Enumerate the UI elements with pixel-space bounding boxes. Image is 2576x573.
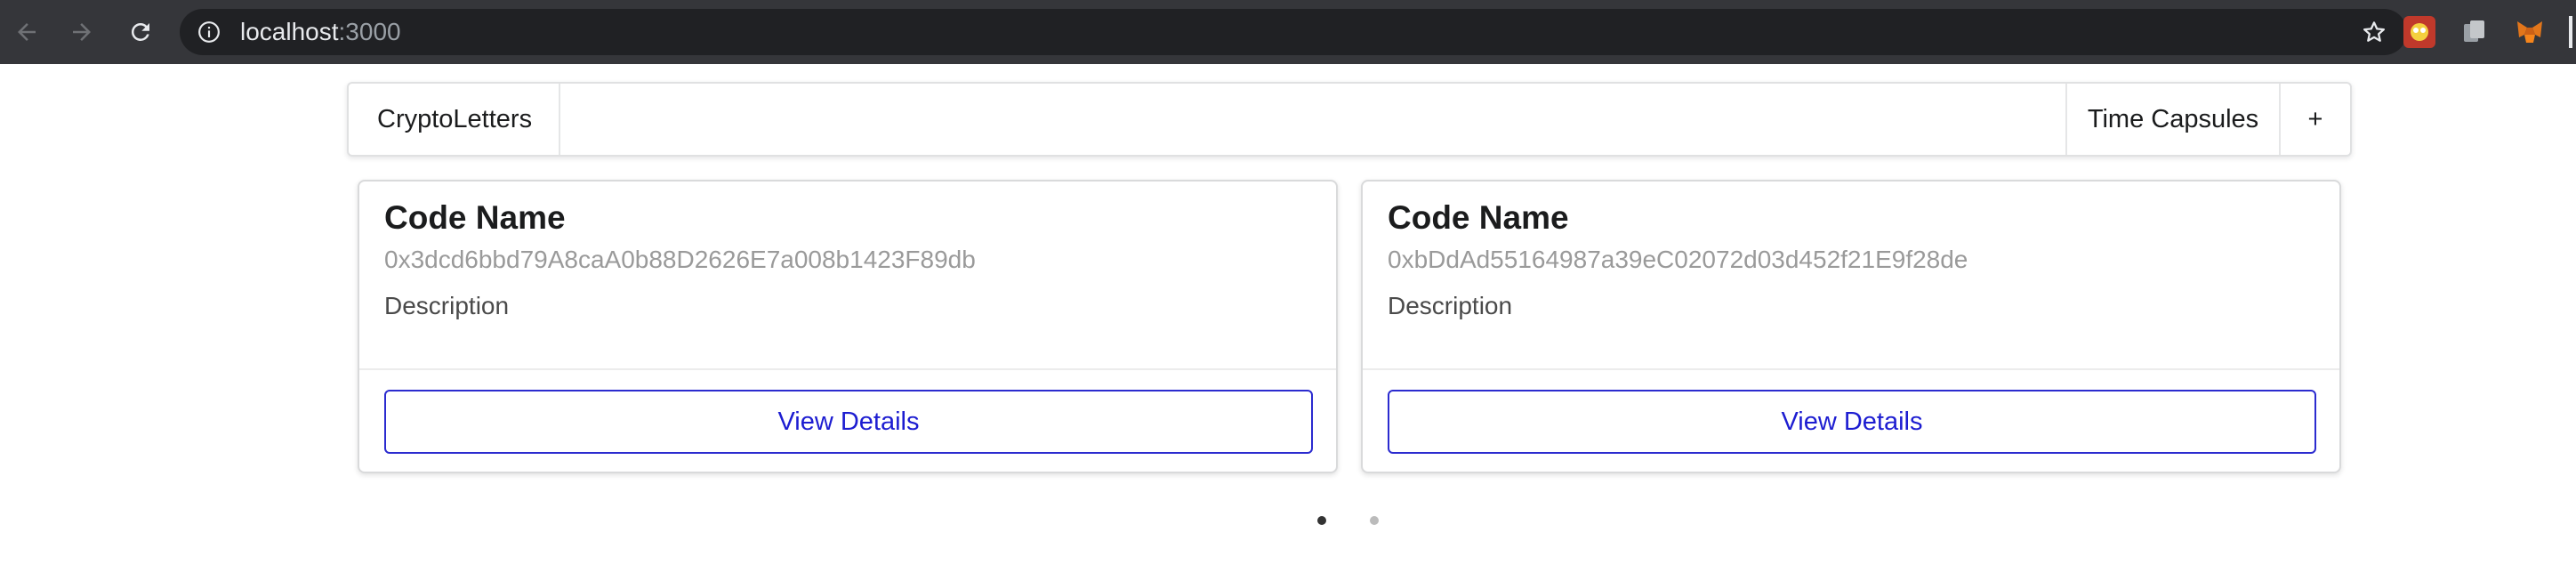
url-port: :3000 — [338, 18, 401, 45]
extension-red-icon[interactable] — [2403, 16, 2435, 48]
card-header: Code Name — [384, 199, 566, 236]
back-arrow-icon — [18, 23, 36, 41]
card-address: 0x3dcd6bbd79A8caA0b88D2626E7a008b1423F89… — [384, 246, 976, 273]
url-text: localhost:3000 — [240, 9, 401, 55]
forward-arrow-icon — [73, 23, 91, 41]
forward-button[interactable] — [62, 12, 101, 52]
view-details-button[interactable]: View Details — [384, 390, 1313, 454]
card-divider — [1363, 368, 2339, 370]
brand-link[interactable]: CryptoLetters — [349, 84, 560, 155]
card-address: 0xbDdAd55164987a39eC02072d03d452f21E9f28… — [1388, 246, 1968, 273]
back-button[interactable] — [7, 12, 46, 52]
address-bar[interactable]: localhost:3000 — [180, 9, 2407, 55]
top-menu: CryptoLetters Time Capsules + — [347, 82, 2352, 157]
view-details-button[interactable]: View Details — [1388, 390, 2316, 454]
url-host: localhost — [240, 18, 339, 45]
carousel-dot[interactable] — [1370, 516, 1379, 525]
browser-toolbar: localhost:3000 — [0, 0, 2576, 64]
card-header: Code Name — [1388, 199, 1569, 236]
reload-button[interactable] — [121, 12, 160, 52]
metamask-fox-icon[interactable] — [2514, 16, 2546, 48]
extension-copy-icon[interactable] — [2459, 16, 2491, 48]
menu-divider — [559, 84, 560, 155]
card-description: Description — [1388, 292, 1513, 319]
carousel-dot-active[interactable] — [1317, 516, 1326, 525]
capsule-card: Code Name 0x3dcd6bbd79A8caA0b88D2626E7a0… — [358, 180, 1338, 473]
info-icon[interactable] — [197, 20, 221, 44]
bookmark-star-icon[interactable] — [2361, 19, 2387, 45]
card-description: Description — [384, 292, 510, 319]
time-capsules-link[interactable]: Time Capsules — [2067, 84, 2279, 155]
toolbar-edge — [2569, 16, 2572, 48]
reload-icon — [131, 22, 149, 41]
add-button[interactable]: + — [2281, 84, 2350, 155]
capsule-card: Code Name 0xbDdAd55164987a39eC02072d03d4… — [1361, 180, 2341, 473]
card-divider — [359, 368, 1336, 370]
